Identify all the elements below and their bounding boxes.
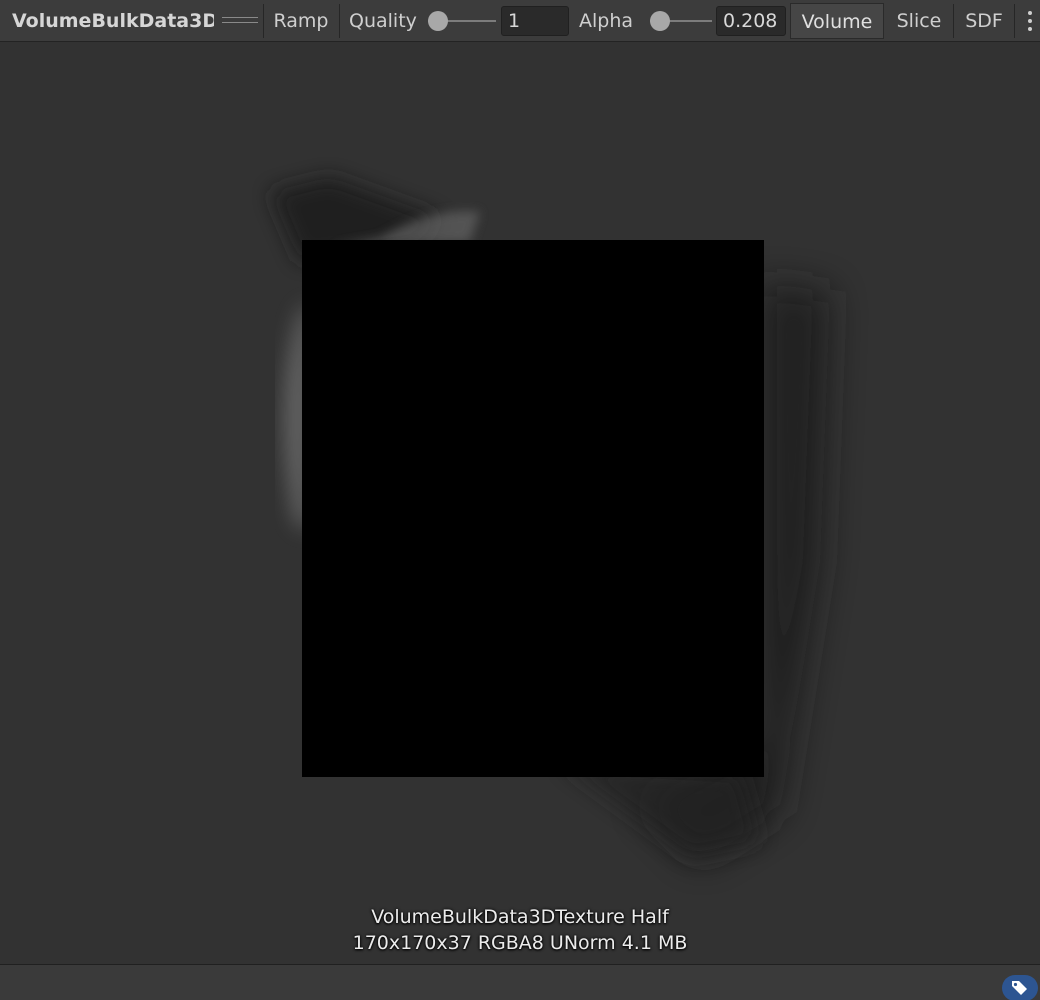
volume-render (270, 177, 830, 862)
preview-caption-info: 170x170x37 RGBA8 UNorm 4.1 MB (352, 932, 688, 954)
alpha-slider-knob[interactable] (650, 11, 670, 31)
quality-label: Quality (349, 10, 417, 32)
slice-mode-button[interactable]: Slice (885, 3, 953, 39)
texture-preview-window: VolumeBulkData3DTexture Ramp Quality 1 A… (0, 0, 1040, 1000)
volume-mode-button[interactable]: Volume (790, 3, 884, 39)
alpha-label: Alpha (579, 10, 634, 32)
asset-labels-bar (0, 964, 1040, 1000)
preview-toolbar: VolumeBulkData3DTexture Ramp Quality 1 A… (0, 0, 1040, 42)
quality-slider-knob[interactable] (428, 11, 448, 31)
quality-field[interactable]: 1 (501, 6, 569, 36)
preview-caption-name: VolumeBulkData3DTexture Half (371, 906, 669, 928)
toolbar-separator (1014, 4, 1015, 38)
asset-title: VolumeBulkData3DTexture (12, 10, 214, 32)
alpha-field[interactable]: 0.208 (716, 6, 786, 36)
kebab-menu-icon[interactable] (1020, 9, 1040, 33)
drag-handle-icon[interactable] (222, 17, 258, 25)
ramp-button[interactable]: Ramp (264, 3, 338, 39)
volume-slab (302, 240, 764, 777)
toolbar-separator (339, 4, 340, 38)
label-tag-icon[interactable] (1002, 975, 1038, 1000)
sdf-mode-button[interactable]: SDF (954, 3, 1014, 39)
preview-viewport[interactable]: VolumeBulkData3DTexture Half 170x170x37 … (0, 42, 1040, 964)
